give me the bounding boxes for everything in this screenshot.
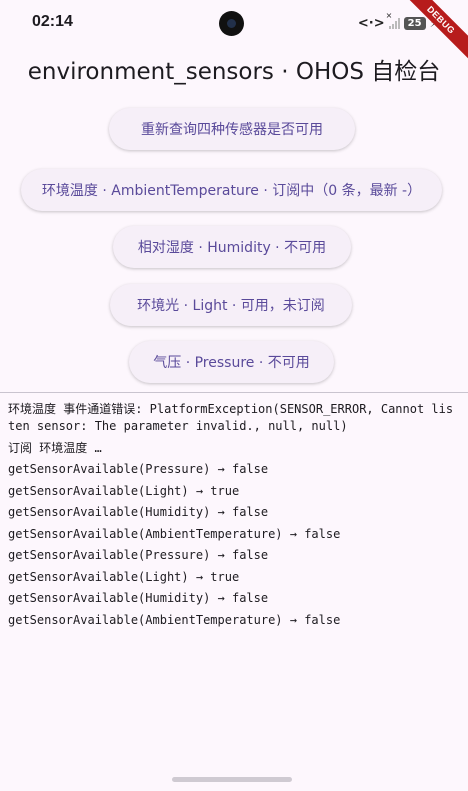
log-line: getSensorAvailable(Humidity) → false	[8, 591, 269, 605]
status-time: 02:14	[32, 13, 73, 30]
humidity-button[interactable]: 相对湿度 · Humidity · 不可用	[113, 226, 351, 268]
camera-cutout	[219, 11, 244, 36]
signal-icon: ×	[386, 11, 400, 29]
status-bar: 02:14 <·> × 25 ⚡	[0, 0, 468, 46]
log-list: 环境温度 事件通道错误: PlatformException(SENSOR_ER…	[8, 401, 460, 633]
log-line: getSensorAvailable(Pressure) → false	[8, 462, 269, 476]
log-line: getSensorAvailable(Light) → true	[8, 569, 240, 584]
divider	[0, 392, 468, 393]
home-indicator[interactable]	[172, 777, 292, 782]
log-line: getSensorAvailable(Humidity) → false	[8, 505, 269, 519]
log-line: getSensorAvailable(AmbientTemperature) →…	[8, 526, 341, 541]
log-line: getSensorAvailable(Pressure) → false	[8, 548, 269, 562]
log-line: 环境温度 事件通道错误: PlatformException(SENSOR_ER…	[8, 402, 454, 433]
battery-icon: 25	[403, 16, 426, 30]
requery-button[interactable]: 重新查询四种传感器是否可用	[109, 108, 355, 150]
light-button[interactable]: 环境光 · Light · 可用，未订阅	[110, 284, 352, 326]
log-line: getSensorAvailable(AmbientTemperature) →…	[8, 612, 341, 627]
pressure-button[interactable]: 气压 · Pressure · 不可用	[129, 341, 334, 383]
log-line: 订阅 环境温度 …	[8, 440, 102, 455]
ambient-temperature-button[interactable]: 环境温度 · AmbientTemperature · 订阅中（0 条，最新 -…	[21, 169, 442, 211]
code-icon: <·>	[357, 15, 385, 31]
page-title: environment_sensors · OHOS 自检台	[27, 59, 441, 85]
log-line: getSensorAvailable(Light) → true	[8, 483, 240, 498]
